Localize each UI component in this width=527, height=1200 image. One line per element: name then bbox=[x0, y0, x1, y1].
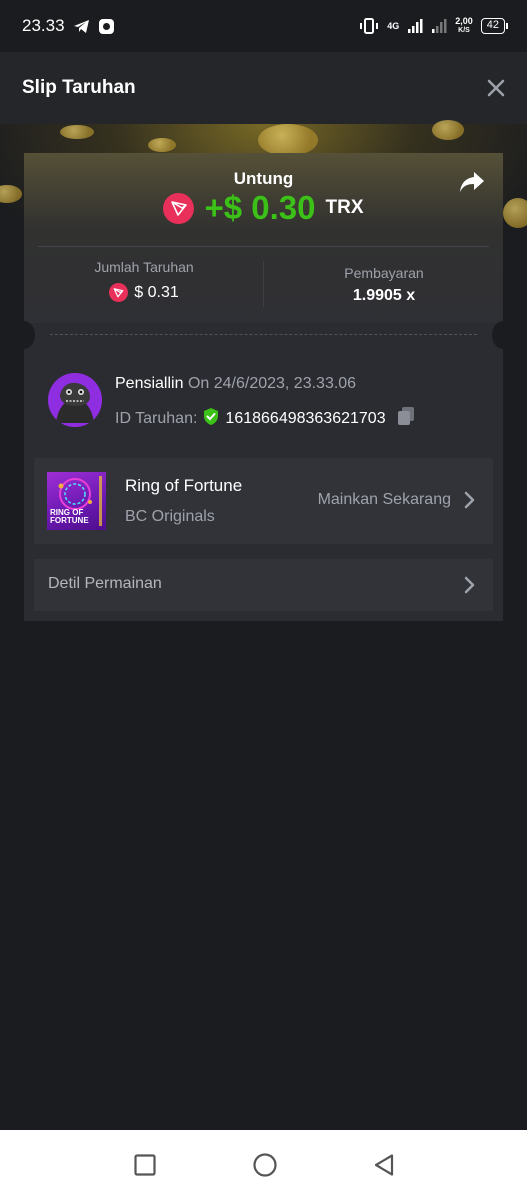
dashed-divider bbox=[50, 334, 477, 335]
status-bar-left: 23.33 bbox=[22, 16, 115, 36]
page-title: Slip Taruhan bbox=[22, 77, 136, 98]
share-icon[interactable] bbox=[459, 171, 485, 198]
profit-row: +$ 0.30 TRX bbox=[24, 189, 503, 227]
coin-decoration bbox=[258, 124, 318, 156]
signal-icon bbox=[407, 18, 423, 34]
game-details-button[interactable]: Detil Permainan bbox=[34, 559, 493, 611]
profit-label: Untung bbox=[233, 169, 294, 188]
profit-currency: TRX bbox=[325, 197, 364, 218]
net-speed-unit: K/S bbox=[458, 27, 470, 34]
home-icon[interactable] bbox=[252, 1152, 278, 1178]
trx-icon bbox=[163, 192, 195, 224]
game-thumbnail: RING OF FORTUNE bbox=[47, 472, 106, 530]
bet-slip-card: Untung +$ 0.30 TRX Jumlah Taruhan $ 0.31… bbox=[13, 153, 514, 621]
bet-date: On 24/6/2023, 23.33.06 bbox=[187, 375, 357, 392]
bet-amount-value-row: $ 0.31 bbox=[24, 283, 264, 302]
coin-decoration bbox=[60, 125, 94, 139]
divider bbox=[38, 246, 489, 247]
signal-weak-icon bbox=[431, 18, 447, 34]
game-details-label: Detil Permainan bbox=[48, 575, 162, 592]
battery-indicator: 42 bbox=[480, 18, 509, 34]
trx-icon bbox=[109, 283, 129, 302]
modal-header: Slip Taruhan bbox=[0, 52, 527, 124]
game-link[interactable]: RING OF FORTUNE Ring of Fortune BC Origi… bbox=[34, 458, 493, 544]
bet-amount-label: Jumlah Taruhan bbox=[94, 259, 194, 275]
payout-stat: Pembayaran 1.9905 x bbox=[264, 265, 504, 305]
close-icon[interactable] bbox=[487, 75, 505, 101]
back-icon[interactable] bbox=[373, 1153, 395, 1177]
status-bar: 23.33 4G 2,00 K/S 42 bbox=[0, 0, 527, 52]
app-notification-icon bbox=[98, 18, 115, 35]
bet-id: 161866498363621703 bbox=[225, 409, 386, 427]
game-provider: BC Originals bbox=[125, 508, 215, 525]
payout-value: 1.9905 x bbox=[352, 287, 416, 304]
recents-icon[interactable] bbox=[133, 1153, 157, 1177]
payout-label: Pembayaran bbox=[344, 265, 424, 281]
vibrate-icon bbox=[359, 18, 379, 34]
verified-shield-icon bbox=[202, 407, 220, 431]
bet-id-line: ID Taruhan: 161866498363621703 bbox=[115, 406, 415, 431]
game-thumb-text: RING OF FORTUNE bbox=[50, 508, 89, 525]
coin-decoration bbox=[148, 138, 176, 152]
chevron-right-icon bbox=[464, 576, 475, 599]
telegram-icon bbox=[73, 19, 90, 34]
net-speed-value: 2,00 bbox=[455, 16, 473, 26]
bet-amount-stat: Jumlah Taruhan $ 0.31 bbox=[24, 259, 264, 302]
chevron-right-icon bbox=[464, 491, 475, 514]
profit-amount: +$ 0.30 bbox=[204, 189, 316, 226]
ticket-notch bbox=[492, 321, 514, 349]
user-info: Pensiallin On 24/6/2023, 23.33.06 ID Tar… bbox=[48, 373, 488, 429]
play-now-button[interactable]: Mainkan Sekarang bbox=[318, 491, 451, 509]
avatar[interactable] bbox=[48, 373, 102, 427]
net-speed: 2,00 K/S bbox=[455, 17, 473, 35]
coin-decoration bbox=[503, 198, 527, 228]
bet-id-label: ID Taruhan: bbox=[115, 409, 198, 427]
network-type: 4G bbox=[387, 21, 400, 31]
copy-icon[interactable] bbox=[397, 406, 415, 431]
status-time: 23.33 bbox=[22, 16, 65, 35]
status-bar-right: 4G 2,00 K/S 42 bbox=[359, 17, 509, 35]
username-line: Pensiallin On 24/6/2023, 23.33.06 bbox=[115, 375, 356, 393]
system-nav-bar bbox=[0, 1130, 527, 1200]
username[interactable]: Pensiallin bbox=[115, 375, 183, 392]
game-name: Ring of Fortune bbox=[125, 476, 243, 495]
bet-amount-value: $ 0.31 bbox=[134, 283, 179, 301]
ticket-notch bbox=[13, 321, 35, 349]
coin-decoration bbox=[432, 120, 464, 140]
